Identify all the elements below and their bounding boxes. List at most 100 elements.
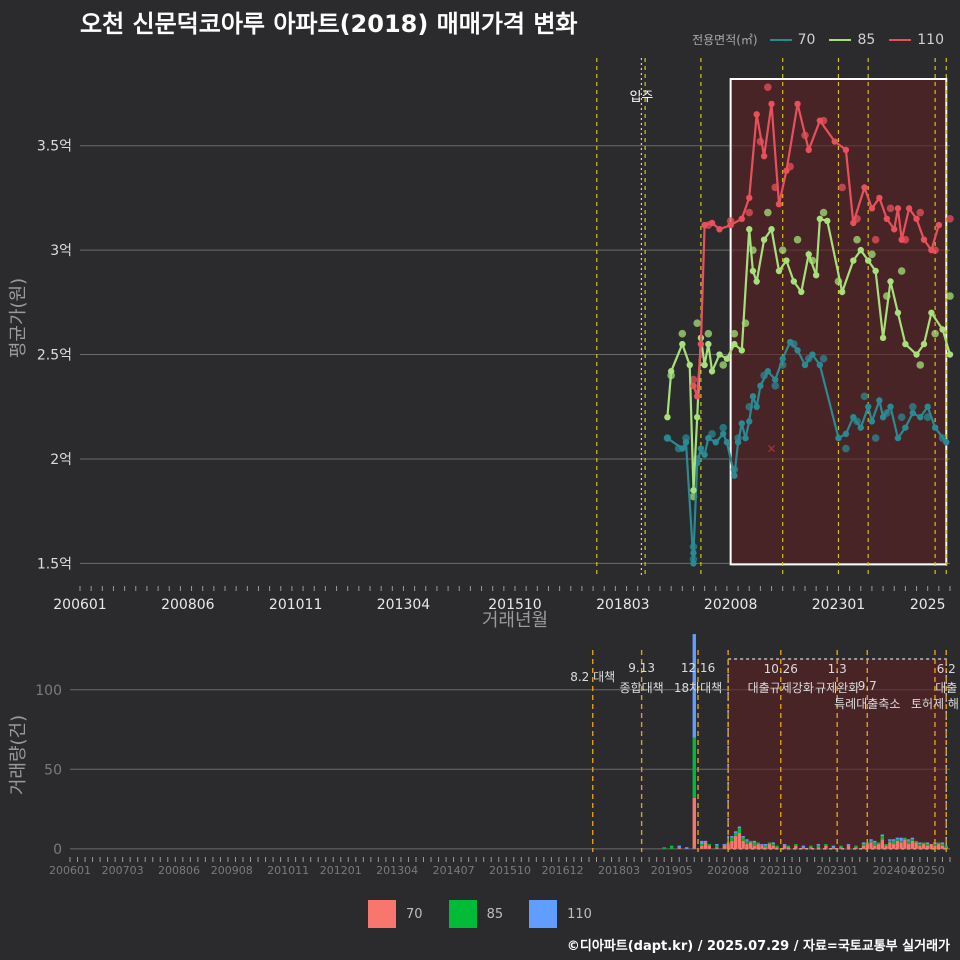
volume-bar-70 [764, 847, 768, 849]
volume-bar-110 [677, 845, 681, 848]
bar-legend-item-85: 85 [448, 900, 503, 928]
volume-bar-110 [831, 845, 836, 848]
volume-bar-70 [876, 844, 881, 849]
series-point-85 [913, 351, 920, 358]
series-point-85 [887, 278, 894, 285]
scatter-point-70 [842, 444, 850, 453]
scatter-point-70 [719, 423, 728, 432]
volume-bar-70 [748, 842, 753, 849]
volume-bar-70 [816, 847, 821, 849]
scatter-point-85 [819, 208, 828, 217]
policy-name-label: 대출 [935, 681, 957, 695]
series-point-110 [920, 236, 928, 243]
bar-x-tick-label: 202404 [873, 864, 915, 877]
bar-y-tick-label: 50 [44, 762, 62, 778]
scatter-point-85 [868, 250, 876, 259]
policy-label: 8.2 대책 [570, 669, 615, 684]
series-point-70 [779, 355, 786, 362]
series-point-70 [809, 351, 816, 358]
volume-bar-110 [816, 844, 821, 846]
x-tick-label: 201803 [596, 597, 649, 613]
series-point-85 [746, 226, 753, 233]
volume-bar-70 [914, 842, 918, 849]
bar-x-tick-label: 200703 [102, 864, 144, 877]
series-point-85 [667, 368, 675, 375]
scatter-point-85 [946, 292, 954, 300]
policy-date-label: 9.7 [858, 679, 877, 693]
series-point-110 [891, 226, 898, 233]
series-point-110 [760, 152, 768, 160]
volume-bar-110 [715, 844, 719, 846]
series-point-110 [913, 215, 920, 223]
volume-bar-70 [906, 844, 911, 849]
volume-bar-70 [715, 847, 719, 849]
volume-bar-70 [737, 832, 742, 849]
volume-bar-85 [873, 842, 877, 846]
outlier-marker: × [767, 442, 777, 456]
series-point-85 [705, 340, 712, 348]
x-tick-label: 201011 [269, 597, 322, 613]
volume-bar-110 [722, 844, 727, 846]
series-point-70 [857, 424, 864, 431]
volume-bar-85 [745, 840, 749, 845]
series-point-110 [928, 246, 935, 254]
bar-x-tick-label: 201612 [542, 864, 584, 877]
volume-bar-85 [794, 844, 798, 846]
series-point-85 [686, 361, 693, 369]
volume-bar-70 [756, 844, 760, 849]
series-point-70 [943, 439, 950, 446]
scatter-point-70 [909, 402, 917, 411]
volume-bar-85 [775, 845, 779, 848]
bar-legend-swatch-70 [368, 900, 397, 928]
volume-bar-110 [752, 840, 757, 843]
series-point-70 [794, 347, 801, 354]
volume-bar-110 [888, 839, 892, 841]
series-point-110 [842, 146, 850, 154]
series-point-110 [850, 219, 857, 227]
volume-bar-110 [910, 837, 915, 840]
volume-bar-70 [888, 842, 892, 849]
volume-bar-110 [760, 844, 764, 846]
series-point-70 [868, 418, 876, 425]
volume-bar-85 [824, 844, 828, 846]
series-point-70 [690, 560, 697, 567]
volume-bar-110 [782, 844, 787, 846]
series-point-85 [783, 257, 790, 264]
volume-bar-70 [782, 845, 787, 849]
volume-bar-70 [730, 840, 734, 849]
volume-bar-70 [903, 839, 907, 849]
series-point-110 [816, 117, 824, 124]
bar-x-tick-label: 200601 [49, 864, 91, 877]
series-point-70 [723, 439, 731, 446]
volume-bar-85 [707, 844, 712, 846]
volume-bar-85 [884, 844, 888, 846]
scatter-point-110 [946, 215, 954, 223]
chart-canvas: 1.5억 2억 2.5억 3억 3.5억 입주 × 200601 200806 201011 201… [8, 58, 959, 877]
volume-bar-70 [873, 845, 877, 849]
series-point-70 [816, 361, 824, 369]
series-point-85 [723, 355, 731, 362]
scatter-point-85 [897, 267, 906, 275]
series-point-70 [876, 397, 883, 404]
series-point-85 [790, 278, 798, 285]
series-point-70 [749, 393, 757, 400]
series-point-70 [682, 439, 690, 446]
series-point-110 [905, 205, 913, 212]
policy-name-label: 종합대책 [620, 680, 664, 695]
bar-legend-label-70: 70 [406, 906, 423, 922]
volume-bar-85 [700, 844, 704, 846]
volume-bar-110 [741, 836, 745, 838]
volume-bar-70 [891, 844, 896, 849]
policy-date-label: 1.3 [828, 662, 847, 676]
volume-bar-110 [771, 842, 775, 845]
series-point-70 [909, 409, 917, 417]
volume-bar-110 [925, 842, 930, 845]
volume-bar-70 [700, 845, 704, 849]
bar-x-tick-label: 200806 [158, 864, 200, 877]
series-point-70 [664, 434, 671, 442]
bar-y-tick-label: 100 [35, 683, 62, 699]
policy-name-label: 규제완화 [815, 681, 859, 695]
scatter-point-85 [693, 319, 701, 328]
series-point-70 [697, 445, 705, 452]
volume-bar-85 [748, 840, 753, 843]
